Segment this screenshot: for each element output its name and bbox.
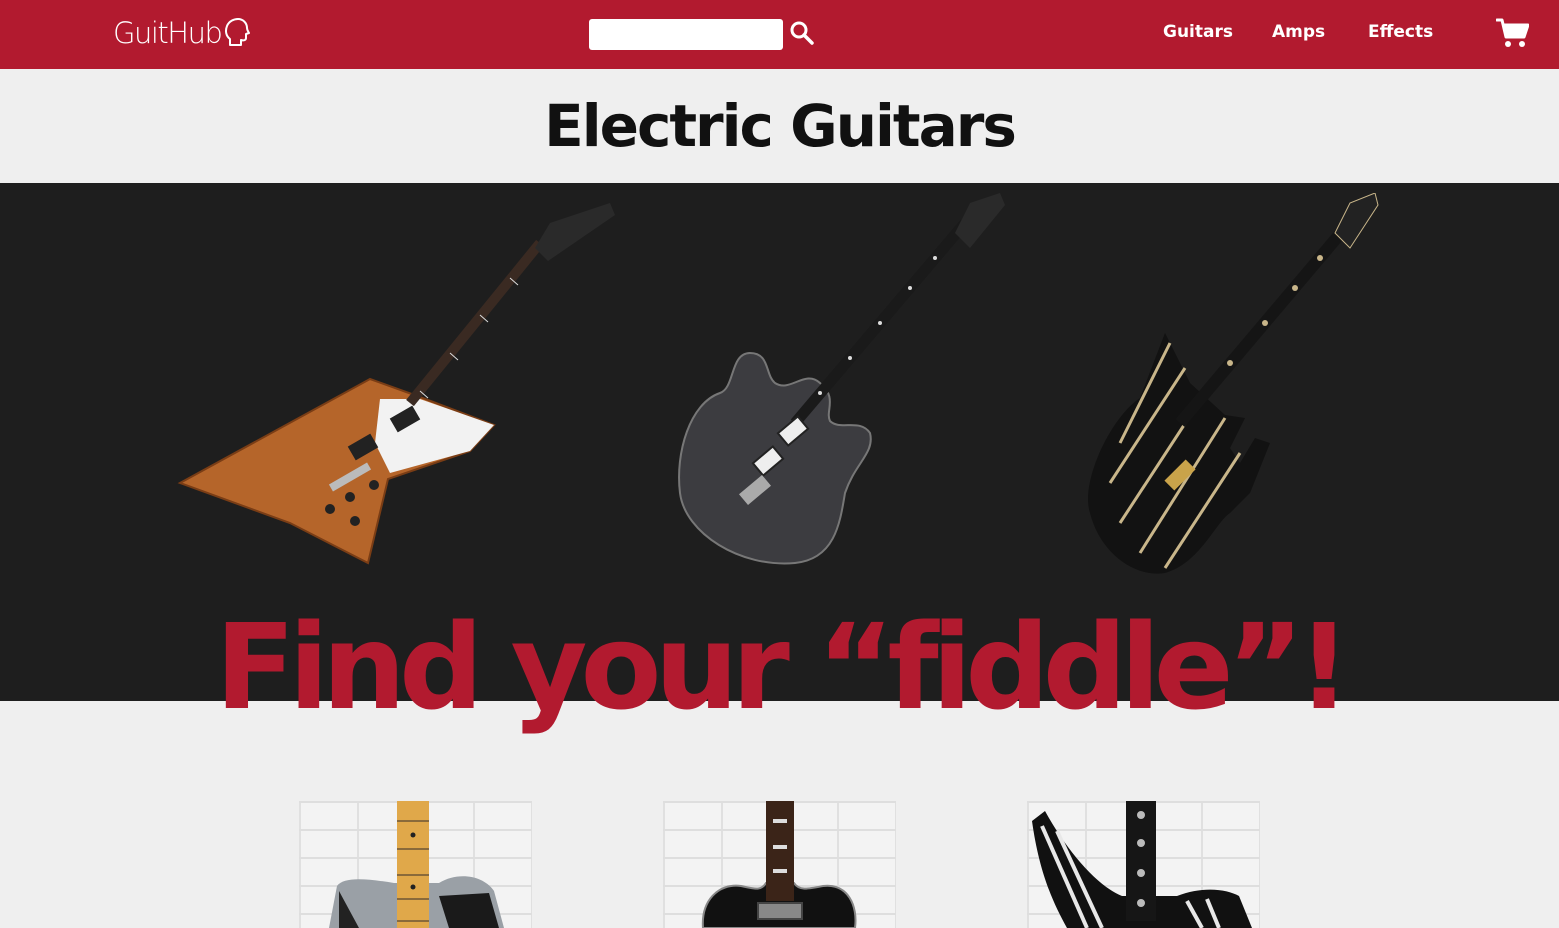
brand-name: GuitHub [113,16,223,50]
page-title: Electric Guitars [544,92,1017,160]
product-card-les-paul[interactable] [663,801,896,928]
nav-effects-link[interactable]: Effects [1368,22,1433,42]
prs-guitar-image [678,193,1005,565]
hero-tagline: Find your “fiddle”! [215,598,1351,736]
top-navbar: GuitHub Guitars Amps Effects [0,0,1559,69]
product-card-telecaster[interactable] [299,801,532,928]
search-icon [790,21,814,45]
product-card-synyster[interactable] [1027,801,1260,928]
search-button[interactable] [789,20,815,46]
nav-amps-link[interactable]: Amps [1272,22,1325,42]
search-input[interactable] [589,19,783,50]
shopping-cart-icon [1495,18,1530,47]
brand-logo[interactable]: GuitHub [113,15,251,51]
les-paul-guitar-image [701,801,857,928]
synyster-custom-guitar-image [1032,801,1252,928]
telecaster-guitar-image [329,801,504,928]
explorer-guitar-image [177,203,615,565]
synyster-guitar-image [1088,193,1379,574]
head-silhouette-icon [225,18,251,46]
cart-button[interactable] [1495,17,1530,49]
nav-guitars-link[interactable]: Guitars [1163,22,1233,42]
